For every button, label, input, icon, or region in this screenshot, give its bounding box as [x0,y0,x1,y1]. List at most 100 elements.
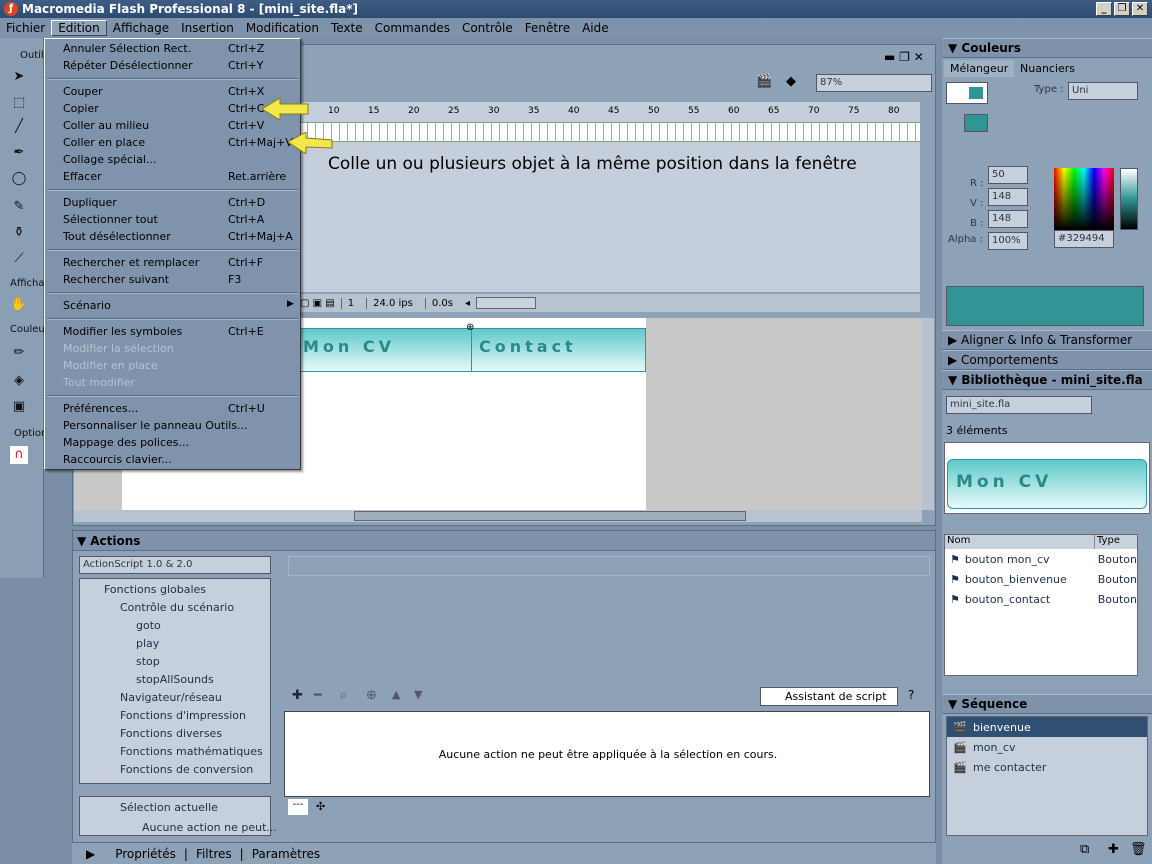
arrow-tool-icon[interactable]: ➤ [10,68,28,86]
tree-item[interactable]: Navigateur/réseau [120,691,222,704]
timeline-frames[interactable] [300,122,920,142]
menu-item-edit-symbols[interactable]: Modifier les symboles [63,325,182,338]
menu-item-deselect-all[interactable]: Tout désélectionner [63,230,171,243]
free-transform-icon[interactable]: ⬚ [10,94,28,112]
edit-symbols-icon[interactable]: ◆ [786,74,796,89]
hand-tool-icon[interactable]: ✋ [10,296,28,314]
scene-duplicate-icon[interactable]: ⧉ [1080,842,1089,857]
menu-item-redo[interactable]: Répéter Désélectionner [63,59,193,72]
actionscript-version-select[interactable]: ActionScript 1.0 & 2.0 [79,556,271,574]
add-action-icon[interactable]: ✚ [292,688,303,703]
move-down-icon[interactable]: ▼ [414,688,422,701]
behaviors-panel-header[interactable]: ▶ Comportements [942,350,1152,370]
script-assist-button[interactable]: Assistant de script [760,687,898,706]
tree-item[interactable]: Fonctions diverses [120,727,222,740]
menu-item-preferences[interactable]: Préférences... [63,402,138,415]
library-item[interactable]: ⚑ bouton mon_cv Bouton [945,549,1137,569]
stage-button-bar[interactable]: Mon CV Contact [300,328,646,372]
menu-item-undo[interactable]: Annuler Sélection Rect. [63,42,191,55]
scene-item[interactable]: 🎬 mon_cv [947,737,1147,757]
menu-commandes[interactable]: Commandes [369,21,456,35]
tab-filters[interactable]: Filtres [188,847,240,861]
ink-bottle-icon[interactable]: ⚱ [10,224,28,242]
tree-item[interactable]: play [136,637,159,650]
hex-input[interactable]: #329494 [1054,230,1114,248]
stage-button-mon-cv[interactable]: Mon CV [303,337,395,356]
menu-insertion[interactable]: Insertion [175,21,240,35]
tree-item[interactable]: Fonctions globales [104,583,206,596]
remove-action-icon[interactable]: ━ [314,688,322,703]
scene-item[interactable]: 🎬 me contacter [947,757,1147,777]
menu-item-timeline[interactable]: Scénario [63,299,111,312]
snap-magnet-icon[interactable]: ∩ [10,446,28,464]
tree-item[interactable]: Fonctions de conversion [120,763,253,776]
stage-hscrollbar[interactable] [74,510,922,522]
menu-item-paste-special[interactable]: Collage spécial... [63,153,156,166]
stage-hscroll-thumb[interactable] [354,511,746,521]
expand-arrow-icon[interactable]: ▶ [86,847,95,861]
stroke-color-swatch[interactable] [946,82,988,104]
red-input[interactable]: 50 [988,166,1028,184]
eyedropper-icon[interactable]: ⟋ [10,250,28,268]
swap-colors-icon[interactable]: ▣ [10,398,28,416]
scene-item-selected[interactable]: 🎬 bienvenue [947,717,1147,737]
fill-color-icon[interactable]: ◈ [10,372,28,390]
timeline-scroll-left[interactable]: ◂ [465,298,470,309]
script-pane[interactable]: Aucune action ne peut être appliquée à l… [284,711,930,797]
scene-add-icon[interactable]: ✚ [1108,842,1119,857]
fill-type-select[interactable]: Uni [1068,82,1138,100]
doc-window-controls[interactable]: ▬ ❐ ✕ [884,50,924,64]
blue-input[interactable]: 148 [988,210,1028,228]
menu-item-select-all[interactable]: Sélectionner tout [63,213,158,226]
brightness-slider[interactable] [1120,168,1138,230]
pencil-tool-icon[interactable]: ✎ [10,198,28,216]
onion-skin-icon[interactable]: ▢ ▣ ▤ [300,298,335,309]
menu-item-paste-center[interactable]: Coller au milieu [63,119,149,132]
library-file-select[interactable]: mini_site.fla [946,396,1092,414]
menu-item-duplicate[interactable]: Dupliquer [63,196,117,209]
tree-item[interactable]: Fonctions d'impression [120,709,246,722]
menu-edition[interactable]: Edition [51,20,107,36]
color-picker-spectrum[interactable] [1054,168,1114,230]
tab-swatches[interactable]: Nuanciers [1014,60,1081,77]
pen-tool-icon[interactable]: ✒ [10,144,28,162]
tree-item[interactable]: Fonctions mathématiques [120,745,263,758]
menu-item-customize-tools[interactable]: Personnaliser le panneau Outils... [63,419,248,432]
pin-script-icon[interactable]: ✣ [316,800,325,813]
zoom-select[interactable]: 87% [816,74,932,92]
move-up-icon[interactable]: ▲ [392,688,400,701]
edit-scene-icon[interactable]: 🎬 [756,74,772,89]
scene-panel-header[interactable]: ▼ Séquence [942,694,1152,714]
tab-properties[interactable]: Propriétés [107,847,184,861]
find-icon[interactable]: ⌕ [340,688,347,703]
green-input[interactable]: 148 [988,188,1028,206]
menu-controle[interactable]: Contrôle [456,21,519,35]
colors-panel-header[interactable]: ▼ Couleurs [942,38,1152,58]
target-path-icon[interactable]: ⊕ [366,688,377,703]
stage-button-contact[interactable]: Contact [479,337,577,356]
menu-item-keyboard-shortcuts[interactable]: Raccourcis clavier... [63,453,172,466]
tree-item[interactable]: Contrôle du scénario [120,601,234,614]
timeline-scroll-thumb[interactable] [476,297,537,309]
tree-item-no-action[interactable]: Aucune action ne peut... [142,821,277,834]
tab-parameters[interactable]: Paramètres [244,847,328,861]
tree-item-current-selection[interactable]: Sélection actuelle [120,801,218,814]
menu-aide[interactable]: Aide [576,21,615,35]
stroke-color-icon[interactable]: ✏ [10,344,28,362]
tab-mixer[interactable]: Mélangeur [944,60,1015,77]
align-panel-header[interactable]: ▶ Aligner & Info & Transformer [942,330,1152,350]
alpha-input[interactable]: 100% [988,232,1028,250]
script-tab[interactable]: --- [288,799,308,815]
close-button[interactable]: ✕ [1132,2,1148,16]
menu-fichier[interactable]: Fichier [0,21,51,35]
oval-tool-icon[interactable]: ◯ [10,170,28,188]
actions-header[interactable]: ▼ Actions [73,531,935,551]
menu-item-copy[interactable]: Copier [63,102,99,115]
minimize-button[interactable]: _ [1096,2,1112,16]
menu-affichage[interactable]: Affichage [107,21,175,35]
scene-delete-icon[interactable]: 🗑 [1130,842,1147,857]
line-tool-icon[interactable]: ╱ [10,118,28,136]
menu-item-paste-in-place[interactable]: Coller en place [63,136,145,149]
menu-item-find-replace[interactable]: Rechercher et remplacer [63,256,199,269]
help-icon[interactable]: ? [908,688,914,702]
